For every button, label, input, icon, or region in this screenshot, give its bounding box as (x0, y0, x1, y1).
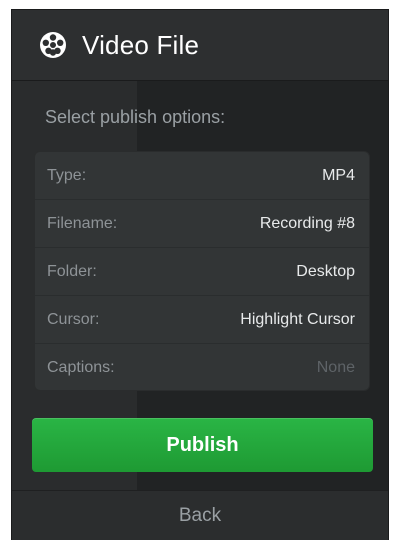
option-label: Cursor: (47, 310, 100, 328)
panel-header: Video File (12, 10, 388, 81)
option-row-captions[interactable]: Captions: None (35, 344, 369, 390)
option-value: Desktop (296, 262, 355, 280)
option-value: MP4 (322, 166, 355, 184)
option-label: Captions: (47, 358, 115, 376)
option-row-cursor[interactable]: Cursor: Highlight Cursor (35, 296, 369, 344)
option-label: Type: (47, 166, 87, 184)
publish-button[interactable]: Publish (32, 418, 373, 472)
option-row-filename[interactable]: Filename: Recording #8 (35, 200, 369, 248)
option-value: Recording #8 (259, 214, 355, 232)
option-value: Highlight Cursor (240, 310, 355, 328)
option-value: None (316, 358, 355, 376)
options-subtitle: Select publish options: (45, 107, 226, 127)
publish-options-panel: Video File Select publish options: Type:… (12, 10, 388, 540)
page-title: Video File (82, 29, 200, 60)
option-row-folder[interactable]: Folder: Desktop (35, 248, 369, 296)
option-row-type[interactable]: Type: MP4 (35, 152, 369, 200)
option-label: Folder: (47, 262, 97, 280)
film-reel-icon (38, 30, 68, 60)
option-label: Filename: (47, 214, 118, 232)
options-list: Type: MP4 Filename: Recording #8 Folder:… (34, 151, 370, 391)
back-button[interactable]: Back (12, 490, 388, 540)
